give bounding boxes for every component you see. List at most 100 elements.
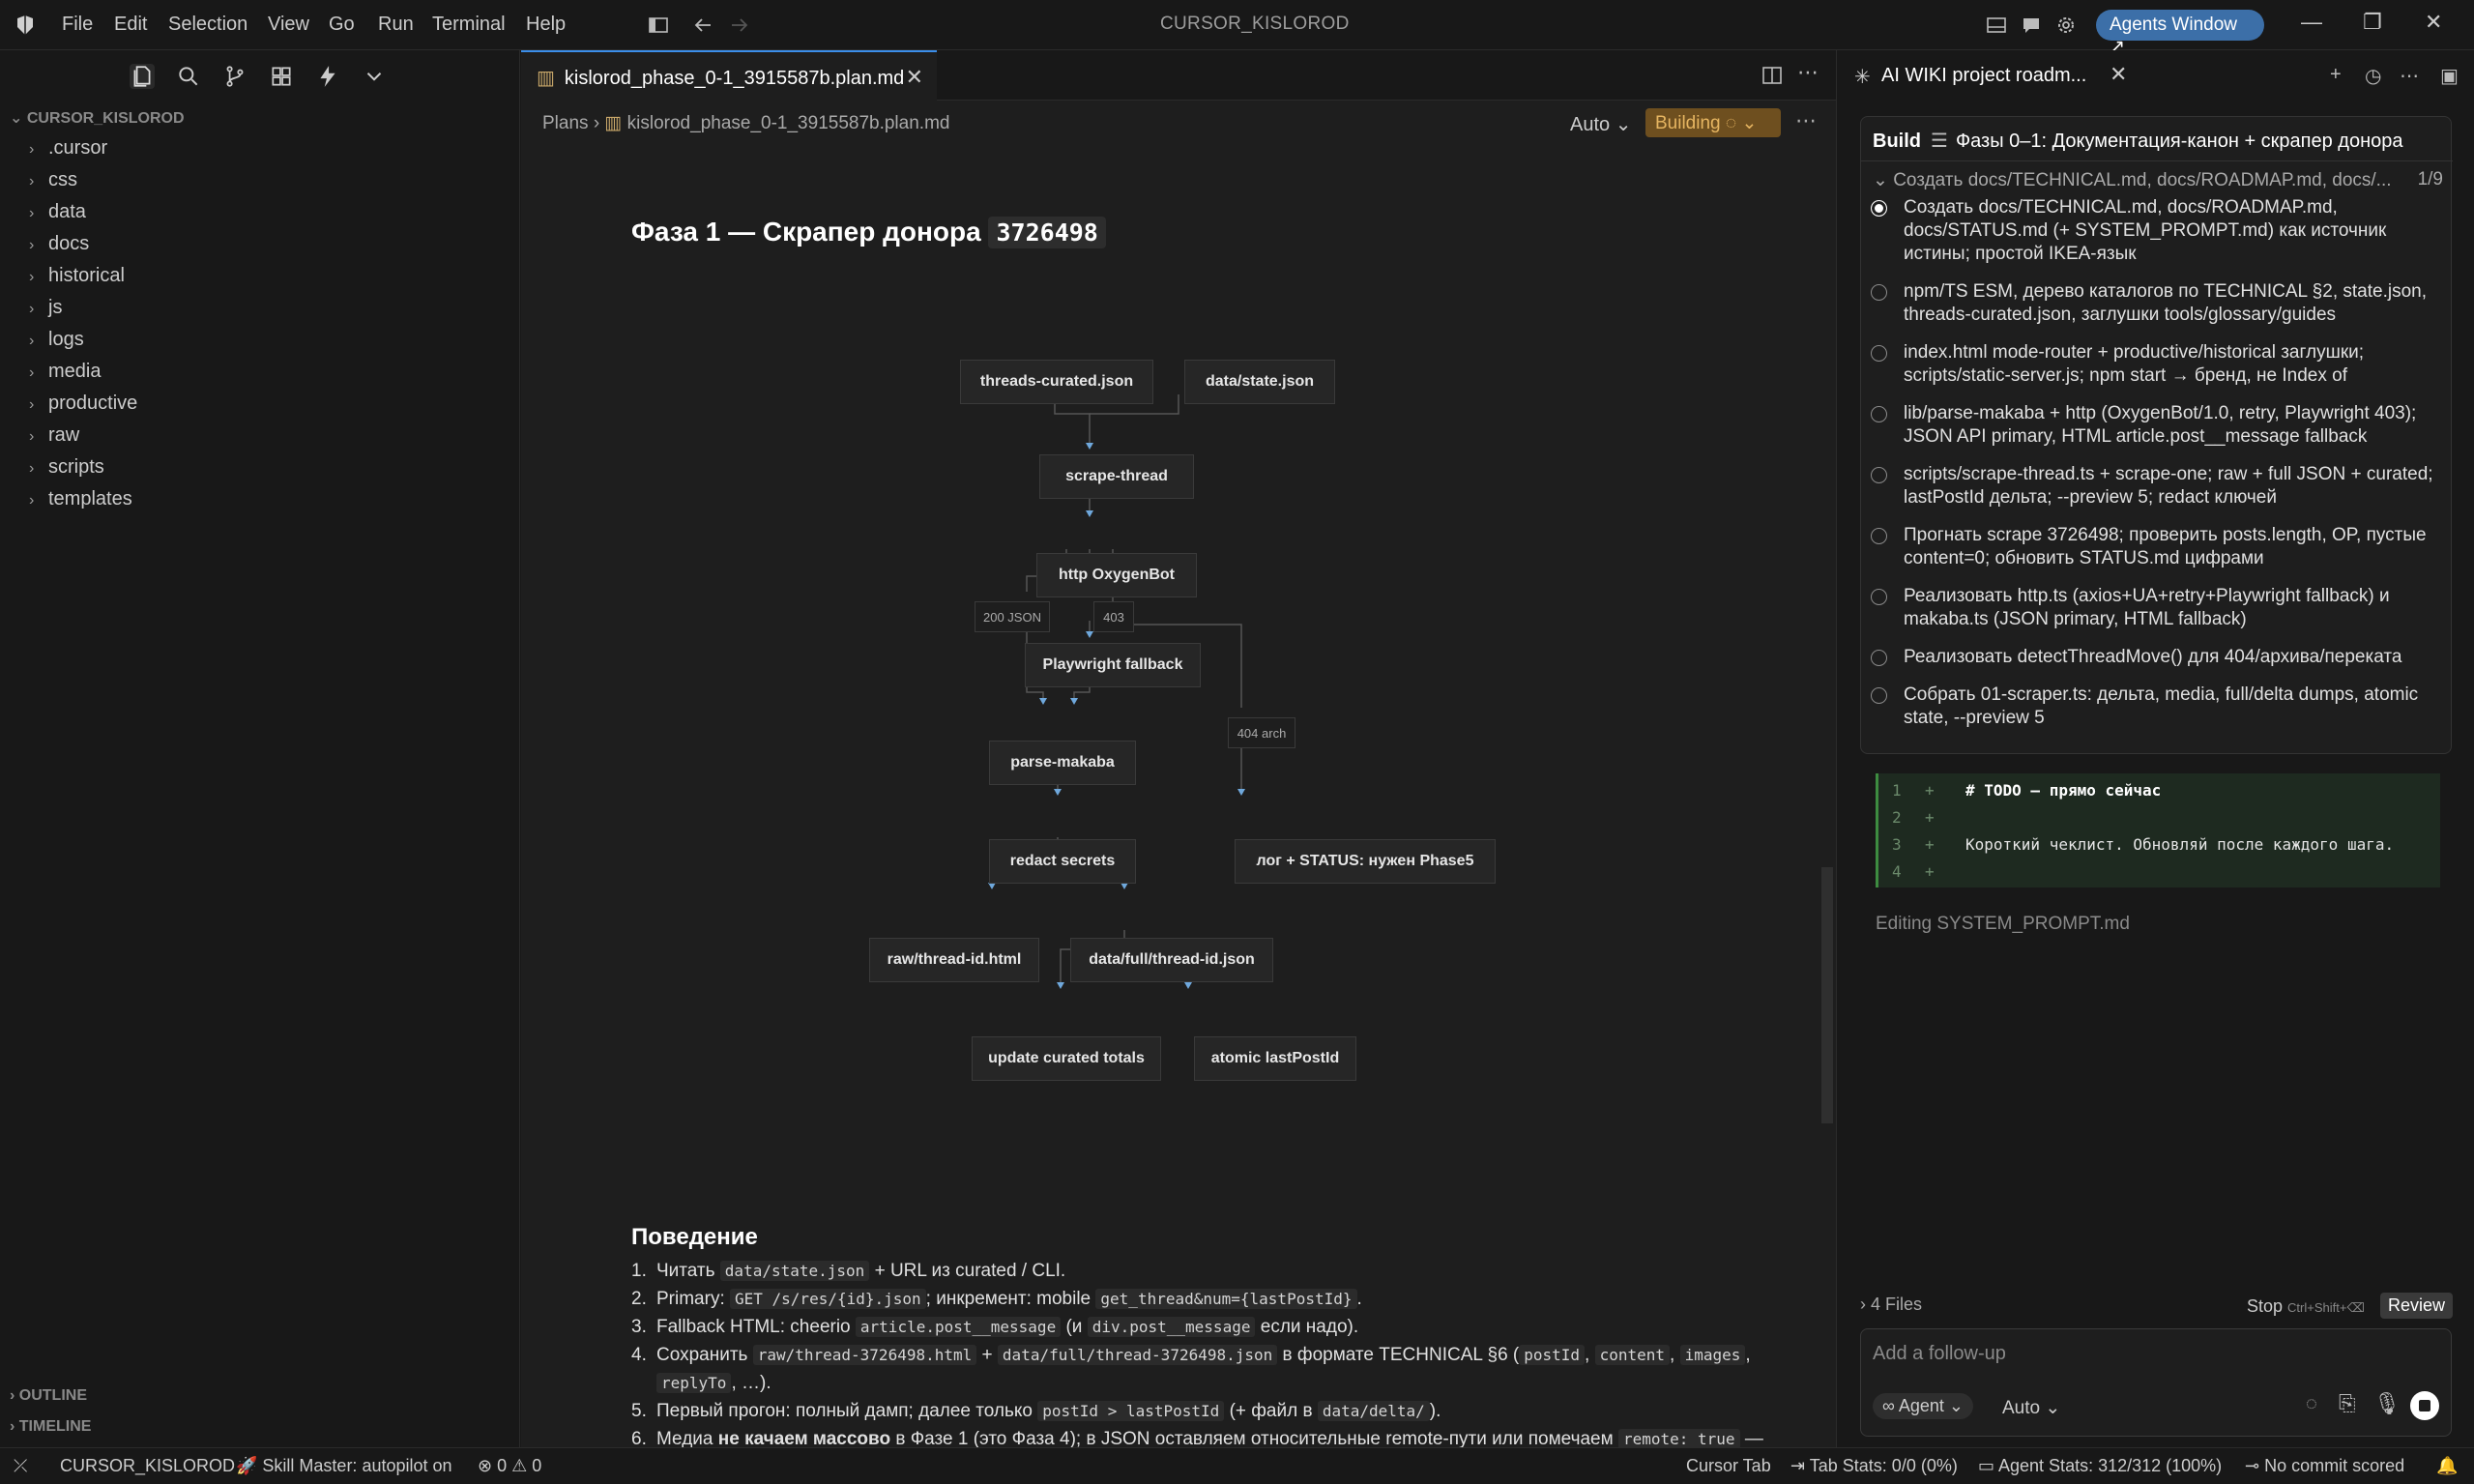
microphone-icon[interactable]: 🎙 xyxy=(2373,1391,2401,1416)
plan-task-item[interactable]: Собрать 01-scraper.ts: дельта, media, fu… xyxy=(1871,684,2437,730)
remote-icon[interactable]: ⤫ xyxy=(14,1456,27,1476)
inline-code: replyTo xyxy=(656,1373,732,1393)
diff-add-marker: + xyxy=(1925,781,1935,800)
breadcrumb-plans[interactable]: Plans xyxy=(542,113,589,133)
search-icon[interactable] xyxy=(176,64,201,89)
plan-task-text: scripts/scrape-thread.ts + scrape-one; r… xyxy=(1904,464,2433,508)
history-icon[interactable]: ◷ xyxy=(2365,64,2381,88)
close-window-icon[interactable]: ✕ xyxy=(2425,10,2442,35)
behavior-item: 4. Сохранить raw/thread-3726498.html + da… xyxy=(631,1341,1770,1397)
plan-task-item[interactable]: Реализовать detectThreadMove() для 404/а… xyxy=(1871,646,2437,669)
menu-selection[interactable]: Selection xyxy=(168,14,247,36)
status-agent-stats[interactable]: ▭ Agent Stats: 312/312 (100%) xyxy=(1978,1456,2222,1476)
split-editor-icon[interactable] xyxy=(1761,64,1784,87)
agents-window-button[interactable]: Agents Window ↗ xyxy=(2096,10,2264,57)
status-cursor-tab[interactable]: Cursor Tab xyxy=(1686,1456,1771,1476)
tree-folder-media[interactable]: › media xyxy=(29,361,101,390)
stop-button[interactable]: Stop Ctrl+Shift+⌫ xyxy=(2247,1296,2365,1317)
timeline-section[interactable]: › TIMELINE xyxy=(10,1418,91,1436)
behavior-text: , xyxy=(1745,1345,1751,1365)
explorer-root-folder[interactable]: ⌄ CURSOR_KISLOROD xyxy=(10,108,185,128)
tree-folder-scripts[interactable]: › scripts xyxy=(29,456,104,485)
tree-folder-historical[interactable]: › historical xyxy=(29,265,125,294)
tree-folder-logs[interactable]: › logs xyxy=(29,329,84,358)
followup-box[interactable]: Add a follow-up ∞ Agent ⌄ Auto ⌄ ◌ ⎘ 🎙 xyxy=(1860,1328,2452,1437)
menu-file[interactable]: File xyxy=(62,14,93,36)
menu-run[interactable]: Run xyxy=(378,14,414,36)
breadcrumb-file[interactable]: kislorod_phase_0-1_3915587b.plan.md xyxy=(627,113,950,133)
plus-icon[interactable]: + xyxy=(2330,64,2342,86)
tab-plan-file[interactable]: ▥ kislorod_phase_0-1_3915587b.plan.md ✕ xyxy=(521,50,937,101)
chevron-right-icon: › xyxy=(29,333,35,349)
agent-tab-title[interactable]: AI WIKI project roadm... xyxy=(1881,65,2086,87)
source-control-icon[interactable] xyxy=(222,64,247,89)
tree-folder-js[interactable]: › js xyxy=(29,297,62,326)
tree-folder-cursor[interactable]: › .cursor xyxy=(29,137,107,166)
plan-task-item[interactable]: index.html mode-router + productive/hist… xyxy=(1871,341,2437,388)
close-agent-tab-icon[interactable]: ✕ xyxy=(2110,62,2127,87)
menu-help[interactable]: Help xyxy=(526,14,566,36)
status-skill-master[interactable]: 🚀 Skill Master: autopilot on xyxy=(236,1456,452,1476)
restore-icon[interactable]: ❐ xyxy=(2363,10,2382,35)
more-actions-icon[interactable]: ⋯ xyxy=(1797,60,1819,85)
editor-scrollbar[interactable] xyxy=(1821,867,1833,1123)
toggle-panel-icon[interactable]: ▣ xyxy=(2440,64,2459,88)
tree-folder-productive[interactable]: › productive xyxy=(29,393,137,422)
tree-folder-raw[interactable]: › raw xyxy=(29,424,79,453)
menu-edit[interactable]: Edit xyxy=(114,14,147,36)
plan-todo-summary[interactable]: ⌄ Создать docs/TECHNICAL.md, docs/ROADMA… xyxy=(1873,169,2443,191)
gear-icon[interactable] xyxy=(2053,14,2079,37)
plan-task-item[interactable]: Реализовать http.ts (axios+UA+retry+Play… xyxy=(1871,585,2437,631)
status-bar: ⤫ CURSOR_KISLOROD 🚀 Skill Master: autopi… xyxy=(0,1447,2474,1484)
more-actions-icon[interactable]: ⋯ xyxy=(1795,108,1817,133)
more-actions-icon[interactable]: ⋯ xyxy=(2400,64,2419,88)
agent-header: ✳ AI WIKI project roadm... ✕ + ◷ ⋯ ▣ xyxy=(1837,50,2474,101)
forward-arrow-icon[interactable] xyxy=(727,14,752,37)
minimize-icon[interactable]: — xyxy=(2301,10,2322,35)
plan-header[interactable]: Build ☰ Фазы 0–1: Документация-канон + скр… xyxy=(1861,117,2453,161)
changed-files-toggle[interactable]: 4 Files xyxy=(1871,1295,1922,1314)
outline-section[interactable]: › OUTLINE xyxy=(10,1387,87,1405)
building-status-button[interactable]: Building ◌ ⌄ xyxy=(1645,108,1781,137)
status-problems[interactable]: ⊗ 0 ⚠ 0 xyxy=(478,1456,541,1476)
chevron-right-icon: › xyxy=(1860,1295,1871,1314)
close-tab-icon[interactable]: ✕ xyxy=(906,65,923,90)
menu-go[interactable]: Go xyxy=(329,14,355,36)
review-button[interactable]: Review xyxy=(2380,1293,2454,1319)
menu-view[interactable]: View xyxy=(268,14,309,36)
plan-task-item[interactable]: lib/parse-makaba + http (OxygenBot/1.0, … xyxy=(1871,402,2437,449)
agent-panel: ✳ AI WIKI project roadm... ✕ + ◷ ⋯ ▣ Bui… xyxy=(1836,50,2474,1454)
behavior-text: не качаем массово xyxy=(717,1429,891,1449)
chat-icon[interactable] xyxy=(2019,14,2044,37)
lightning-icon[interactable] xyxy=(315,64,340,89)
tree-folder-label: media xyxy=(48,361,102,382)
bell-icon[interactable]: 🔔 xyxy=(2436,1456,2458,1476)
plan-task-item[interactable]: scripts/scrape-thread.ts + scrape-one; r… xyxy=(1871,463,2437,509)
back-arrow-icon[interactable] xyxy=(690,14,715,37)
status-commit[interactable]: ⊸ No commit scored xyxy=(2245,1456,2404,1476)
status-workspace[interactable]: CURSOR_KISLOROD xyxy=(60,1456,235,1476)
extensions-icon[interactable] xyxy=(269,64,294,89)
tree-folder-css[interactable]: › css xyxy=(29,169,77,198)
status-tab-stats[interactable]: ⇥ Tab Stats: 0/0 (0%) xyxy=(1790,1456,1958,1476)
stop-generation-button[interactable] xyxy=(2410,1391,2439,1420)
tree-folder-templates[interactable]: › templates xyxy=(29,488,132,517)
toggle-sidebar-icon[interactable] xyxy=(646,14,671,37)
attach-icon[interactable]: ⎘ xyxy=(2339,1391,2356,1416)
agent-mode-select[interactable]: ∞ Agent ⌄ xyxy=(1873,1393,1973,1419)
menu-terminal[interactable]: Terminal xyxy=(432,14,506,36)
behavior-text: ; инкремент: mobile xyxy=(925,1289,1096,1309)
layout-icon[interactable] xyxy=(1984,14,2009,37)
tree-folder-label: templates xyxy=(48,488,132,509)
chevron-down-icon[interactable] xyxy=(362,64,387,89)
tree-folder-data[interactable]: › data xyxy=(29,201,86,230)
files-icon[interactable] xyxy=(130,64,155,89)
plan-task-item[interactable]: Создать docs/TECHNICAL.md, docs/ROADMAP.… xyxy=(1871,196,2437,266)
mode-select[interactable]: Auto ⌄ xyxy=(1570,112,1631,136)
followup-input[interactable]: Add a follow-up xyxy=(1873,1343,2006,1365)
plan-task-item[interactable]: Прогнать scrape 3726498; проверить posts… xyxy=(1871,524,2437,570)
model-select[interactable]: Auto ⌄ xyxy=(2002,1397,2060,1419)
inline-code: postId > lastPostId xyxy=(1037,1401,1225,1421)
tree-folder-docs[interactable]: › docs xyxy=(29,233,89,262)
plan-task-item[interactable]: npm/TS ESM, дерево каталогов по TECHNICA… xyxy=(1871,280,2437,327)
